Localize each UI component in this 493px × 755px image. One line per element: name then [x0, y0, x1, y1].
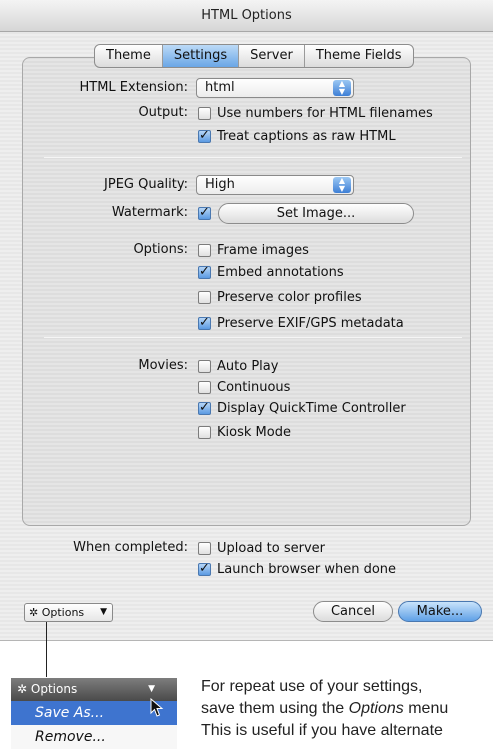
html-options-window: HTML Options Theme Settings Server Theme… — [0, 0, 493, 641]
checkbox-checked-icon[interactable] — [198, 561, 211, 576]
option-preserve-exif-label: Preserve EXIF/GPS metadata — [217, 315, 404, 331]
watermark-label: Watermark: — [111, 205, 188, 220]
html-extension-popup[interactable]: html ▲ ▼ — [196, 78, 354, 98]
checkbox-icon[interactable] — [198, 425, 211, 439]
separator — [44, 337, 462, 338]
checkbox-checked-icon[interactable] — [198, 400, 211, 415]
movie-quicktime-controller[interactable]: Display QuickTime Controller — [198, 398, 406, 418]
mouse-pointer-icon — [150, 698, 164, 717]
checkbox-checked-icon[interactable] — [198, 264, 211, 279]
movie-continuous-label: Continuous — [217, 379, 291, 395]
option-preserve-color-label: Preserve color profiles — [217, 289, 362, 305]
output-use-numbers-label: Use numbers for HTML filenames — [217, 105, 433, 121]
popup-arrows-icon: ▲ ▼ — [333, 177, 351, 193]
separator — [44, 157, 462, 158]
html-extension-value: html — [205, 80, 235, 95]
jpeg-quality-popup[interactable]: High ▲ ▼ — [196, 175, 354, 195]
gear-icon: ✲ — [29, 606, 39, 619]
movie-auto-play-label: Auto Play — [217, 358, 279, 374]
checkbox-icon[interactable] — [198, 243, 211, 257]
movie-kiosk-mode[interactable]: Kiosk Mode — [198, 422, 291, 442]
checkbox-icon[interactable] — [198, 359, 211, 373]
checkbox-icon[interactable] — [198, 290, 211, 304]
options-menu-header-label: Options — [30, 682, 78, 696]
output-raw-html-label: Treat captions as raw HTML — [217, 128, 396, 144]
caption-line-2: save them using the Options menu — [201, 698, 493, 720]
jpeg-quality-value: High — [205, 177, 235, 192]
movie-kiosk-mode-label: Kiosk Mode — [217, 424, 291, 440]
make-button[interactable]: Make... — [398, 601, 482, 622]
checkbox-checked-icon[interactable] — [198, 128, 211, 143]
menu-item-remove[interactable]: Remove... — [11, 725, 177, 749]
launch-browser-label: Launch browser when done — [217, 561, 397, 577]
output-label: Output: — [138, 105, 188, 120]
caption-line-3: This is useful if you have alternate — [201, 722, 443, 739]
popup-arrows-icon: ▲ ▼ — [333, 80, 351, 96]
caption-line-2-em: Options — [348, 700, 404, 717]
tab-bar: Theme Settings Server Theme Fields — [94, 44, 414, 68]
output-raw-html[interactable]: Treat captions as raw HTML — [198, 126, 396, 146]
checkbox-icon[interactable] — [198, 380, 211, 394]
option-frame-images-label: Frame images — [217, 242, 309, 258]
output-use-numbers[interactable]: Use numbers for HTML filenames — [198, 103, 433, 123]
checkbox-checked-icon[interactable] — [198, 205, 211, 220]
callout-line — [46, 622, 47, 677]
movies-label: Movies: — [138, 358, 188, 373]
option-embed-annotations-label: Embed annotations — [217, 264, 344, 280]
chevron-down-icon: ▼ — [100, 607, 107, 617]
options-button-label: Options — [41, 606, 85, 619]
window-title: HTML Options — [0, 0, 493, 32]
movie-auto-play[interactable]: Auto Play — [198, 356, 278, 376]
caption-line-1: For repeat use of your settings, — [201, 678, 423, 695]
html-extension-label: HTML Extension: — [79, 80, 188, 95]
movie-continuous[interactable]: Continuous — [198, 377, 290, 397]
jpeg-quality-label: JPEG Quality: — [104, 177, 188, 192]
caption-line-2-pre: save them using the — [201, 700, 349, 717]
tab-theme-fields[interactable]: Theme Fields — [305, 45, 413, 67]
when-completed-label: When completed: — [73, 540, 188, 555]
tab-settings[interactable]: Settings — [162, 45, 240, 67]
tab-server[interactable]: Server — [239, 45, 305, 67]
options-menu-button[interactable]: ✲ Options ▼ — [24, 603, 113, 622]
option-preserve-color[interactable]: Preserve color profiles — [198, 287, 362, 307]
options-label: Options: — [133, 242, 188, 257]
caption-text: For repeat use of your settings, save th… — [201, 676, 493, 742]
caption-line-2-post: menu — [403, 700, 449, 717]
checkbox-icon[interactable] — [198, 106, 211, 120]
set-image-button[interactable]: Set Image... — [218, 203, 414, 224]
option-preserve-exif[interactable]: Preserve EXIF/GPS metadata — [198, 313, 404, 333]
upload-to-server[interactable]: Upload to server — [198, 538, 325, 558]
movie-quicktime-controller-label: Display QuickTime Controller — [217, 400, 406, 416]
checkbox-icon[interactable] — [198, 541, 211, 555]
tab-theme[interactable]: Theme — [95, 45, 163, 67]
checkbox-checked-icon[interactable] — [198, 315, 211, 330]
watermark-checkbox[interactable] — [198, 203, 217, 223]
option-embed-annotations[interactable]: Embed annotations — [198, 262, 344, 282]
launch-browser[interactable]: Launch browser when done — [198, 559, 396, 579]
gear-icon: ✲ — [17, 682, 28, 696]
option-frame-images[interactable]: Frame images — [198, 240, 309, 260]
cancel-button[interactable]: Cancel — [313, 601, 393, 622]
upload-to-server-label: Upload to server — [217, 540, 326, 556]
